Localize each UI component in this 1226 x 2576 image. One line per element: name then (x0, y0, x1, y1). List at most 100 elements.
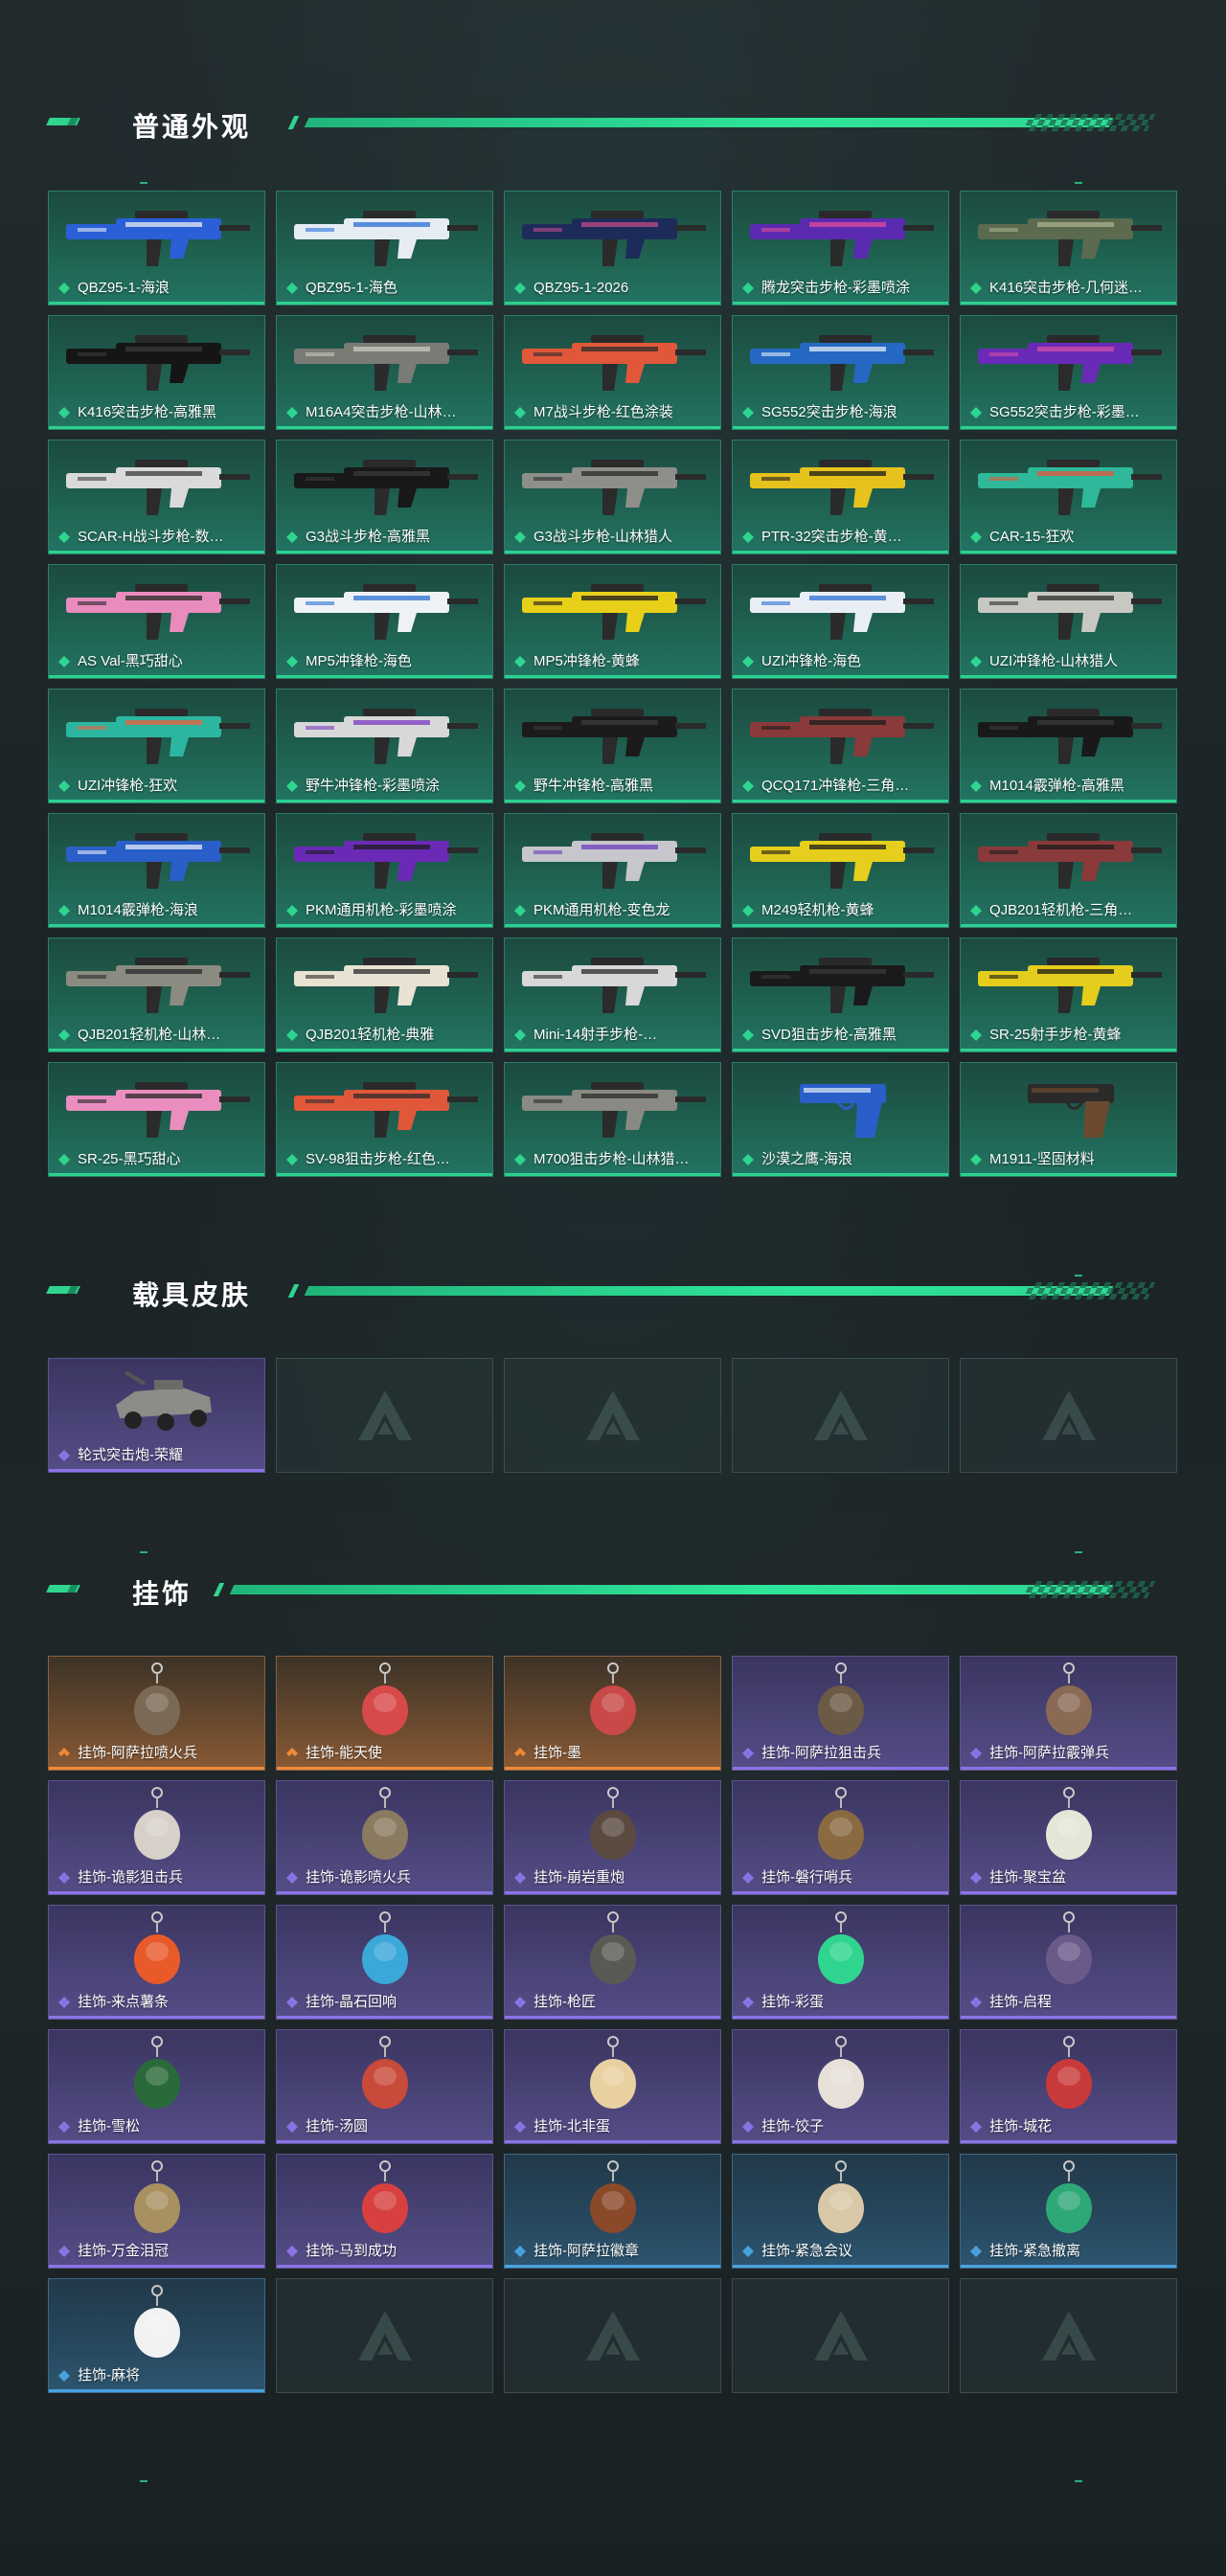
item-card[interactable]: M1014霰弹枪-海浪 (48, 813, 265, 928)
item-label: K416突击步枪-几何迷… (989, 280, 1144, 296)
weapon-image (522, 833, 706, 889)
item-card[interactable]: SR-25-黑巧甜心 (48, 1062, 265, 1177)
weapon-image (750, 709, 934, 764)
weapon-image (294, 833, 478, 889)
item-card[interactable]: QCQ171冲锋枪-三角… (732, 689, 949, 803)
item-card[interactable]: Mini-14射手步枪-… (504, 938, 721, 1052)
section-title: 普通外观 (132, 112, 252, 142)
item-card[interactable]: SG552突击步枪-彩墨… (960, 315, 1177, 430)
item-card[interactable]: QJB201轻机枪-典雅 (276, 938, 493, 1052)
corner-tick (1075, 1551, 1082, 1553)
corner-tick (1075, 2480, 1082, 2482)
item-card[interactable]: M16A4突击步枪-山林… (276, 315, 493, 430)
item-card[interactable]: 挂饰-麻将 (48, 2278, 265, 2393)
item-card[interactable]: QJB201轻机枪-三角… (960, 813, 1177, 928)
item-card[interactable]: 挂饰-阿萨拉霰弹兵 (960, 1656, 1177, 1771)
item-card[interactable]: 挂饰-能天使 (276, 1656, 493, 1771)
item-card[interactable]: UZI冲锋枪-海色 (732, 564, 949, 679)
item-card[interactable]: 腾龙突击步枪-彩墨喷涂 (732, 191, 949, 305)
item-card[interactable]: M7战斗步枪-红色涂装 (504, 315, 721, 430)
weapon-image (294, 709, 478, 764)
item-card[interactable]: 挂饰-汤圆 (276, 2029, 493, 2144)
item-card[interactable]: G3战斗步枪-高雅黑 (276, 440, 493, 554)
item-card[interactable]: 挂饰-万金泪冠 (48, 2154, 265, 2269)
item-card[interactable]: SV-98狙击步枪-红色… (276, 1062, 493, 1177)
item-card[interactable]: 挂饰-崩岩重炮 (504, 1780, 721, 1895)
item-card[interactable]: 挂饰-启程 (960, 1905, 1177, 2020)
item-card[interactable]: 挂饰-阿萨拉徽章 (504, 2154, 721, 2269)
item-label: 挂饰-城花 (989, 2118, 1052, 2135)
item-card[interactable]: 挂饰-雪松 (48, 2029, 265, 2144)
charm-image (1045, 1787, 1092, 1860)
item-card[interactable]: UZI冲锋枪-狂欢 (48, 689, 265, 803)
item-card[interactable]: 挂饰-紧急会议 (732, 2154, 949, 2269)
placeholder-logo-icon (357, 2311, 412, 2361)
item-label: 挂饰-启程 (989, 1994, 1052, 2010)
item-label: 挂饰-枪匠 (534, 1994, 596, 2010)
item-card[interactable]: K416突击步枪-几何迷… (960, 191, 1177, 305)
item-card[interactable]: 挂饰-北非蛋 (504, 2029, 721, 2144)
charm-image (1045, 1911, 1092, 1984)
item-card[interactable]: PTR-32突击步枪-黄… (732, 440, 949, 554)
item-card[interactable]: 挂饰-诡影喷火兵 (276, 1780, 493, 1895)
charm-image (817, 2036, 864, 2109)
item-label: SG552突击步枪-海浪 (761, 404, 897, 420)
item-card[interactable]: M700狙击步枪-山林猎… (504, 1062, 721, 1177)
weapon-image (294, 584, 478, 640)
item-label: QCQ171冲锋枪-三角… (761, 778, 910, 794)
item-card[interactable]: SCAR-H战斗步枪-数… (48, 440, 265, 554)
item-card[interactable]: 野牛冲锋枪-彩墨喷涂 (276, 689, 493, 803)
item-card[interactable]: 挂饰-来点薯条 (48, 1905, 265, 2020)
item-card[interactable]: QBZ95-1-海浪 (48, 191, 265, 305)
item-card[interactable]: 挂饰-阿萨拉狙击兵 (732, 1656, 949, 1771)
item-card[interactable]: MP5冲锋枪-海色 (276, 564, 493, 679)
item-card[interactable]: QJB201轻机枪-山林… (48, 938, 265, 1052)
item-card[interactable]: SVD狙击步枪-高雅黑 (732, 938, 949, 1052)
item-card[interactable]: M249轻机枪-黄蜂 (732, 813, 949, 928)
item-card[interactable]: 挂饰-墨 (504, 1656, 721, 1771)
item-card[interactable]: 挂饰-聚宝盆 (960, 1780, 1177, 1895)
item-card[interactable]: AS Val-黑巧甜心 (48, 564, 265, 679)
item-card[interactable]: UZI冲锋枪-山林猎人 (960, 564, 1177, 679)
charm-image (133, 1787, 180, 1860)
weapon-image (978, 958, 1162, 1013)
item-card[interactable]: SR-25射手步枪-黄蜂 (960, 938, 1177, 1052)
item-card[interactable]: QBZ95-1-2026 (504, 191, 721, 305)
item-label: 挂饰-马到成功 (306, 2243, 397, 2259)
item-card[interactable]: 挂饰-城花 (960, 2029, 1177, 2144)
item-label: QJB201轻机枪-典雅 (306, 1027, 435, 1043)
charm-image (817, 1787, 864, 1860)
item-card[interactable]: 挂饰-晶石回响 (276, 1905, 493, 2020)
item-card[interactable]: K416突击步枪-高雅黑 (48, 315, 265, 430)
item-card[interactable]: 挂饰-马到成功 (276, 2154, 493, 2269)
item-card[interactable]: PKM通用机枪-彩墨喷涂 (276, 813, 493, 928)
item-card[interactable]: 挂饰-饺子 (732, 2029, 949, 2144)
item-label: 挂饰-阿萨拉喷火兵 (78, 1745, 197, 1761)
item-card[interactable]: 挂饰-诡影狙击兵 (48, 1780, 265, 1895)
charm-image (589, 1911, 636, 1984)
item-card[interactable]: 挂饰-磐行哨兵 (732, 1780, 949, 1895)
item-card[interactable]: SG552突击步枪-海浪 (732, 315, 949, 430)
item-label: 挂饰-墨 (534, 1745, 581, 1761)
item-card[interactable]: 挂饰-枪匠 (504, 1905, 721, 2020)
item-card[interactable]: 挂饰-阿萨拉喷火兵 (48, 1656, 265, 1771)
item-card[interactable]: 沙漠之鹰-海浪 (732, 1062, 949, 1177)
item-label: 野牛冲锋枪-高雅黑 (534, 778, 653, 794)
item-card[interactable]: QBZ95-1-海色 (276, 191, 493, 305)
corner-tick (140, 1551, 148, 1553)
charm-image (1045, 2036, 1092, 2109)
item-label: 挂饰-彩蛋 (761, 1994, 824, 2010)
charm-image (133, 2285, 180, 2358)
item-card[interactable]: CAR-15-狂欢 (960, 440, 1177, 554)
item-card[interactable]: 野牛冲锋枪-高雅黑 (504, 689, 721, 803)
placeholder-logo-icon (585, 2311, 640, 2361)
item-card[interactable]: 挂饰-彩蛋 (732, 1905, 949, 2020)
item-card[interactable]: M1911-坚固材料 (960, 1062, 1177, 1177)
item-card[interactable]: 轮式突击炮-荣耀 (48, 1358, 265, 1473)
item-card[interactable]: M1014霰弹枪-高雅黑 (960, 689, 1177, 803)
corner-tick (1075, 182, 1082, 184)
item-card[interactable]: 挂饰-紧急撤离 (960, 2154, 1177, 2269)
item-card[interactable]: MP5冲锋枪-黄蜂 (504, 564, 721, 679)
item-card[interactable]: G3战斗步枪-山林猎人 (504, 440, 721, 554)
item-card[interactable]: PKM通用机枪-变色龙 (504, 813, 721, 928)
